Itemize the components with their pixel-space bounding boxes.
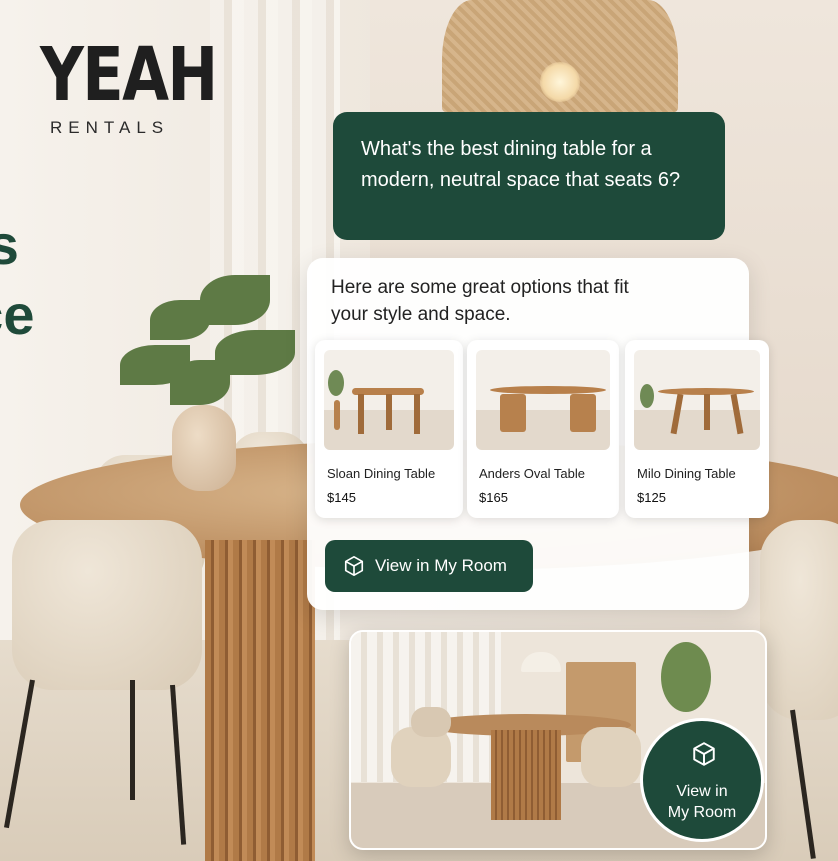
product-name: Sloan Dining Table (327, 466, 436, 481)
view-in-my-room-button[interactable]: View in My Room (325, 540, 533, 592)
product-name: Anders Oval Table (479, 466, 585, 481)
headline-line-1: tes (0, 213, 19, 276)
plant-leaf (170, 360, 230, 405)
user-message-bubble: What's the best dining table for a moder… (333, 112, 725, 240)
product-image (324, 350, 454, 450)
brand-tagline: RENTALS (50, 118, 170, 137)
headline-line-3: e (0, 350, 35, 420)
vase (172, 405, 236, 491)
assistant-message: Here are some great options that fit you… (331, 277, 629, 325)
product-card-milo[interactable]: Milo Dining Table $125 (625, 340, 769, 518)
product-price: $145 (327, 490, 356, 505)
brand-logo: YEAH (40, 32, 218, 118)
chair-front-left (12, 520, 202, 690)
product-price: $165 (479, 490, 508, 505)
plant-leaf (200, 275, 270, 325)
headline-line-2: nce (0, 283, 35, 346)
cube-icon (693, 742, 715, 766)
headline: tes nce e (0, 210, 35, 420)
lamp-bulb (540, 62, 580, 102)
assistant-response-card: Here are some great options that fit you… (307, 258, 769, 610)
chair-right (760, 520, 838, 720)
product-card-anders[interactable]: Anders Oval Table $165 (467, 340, 619, 518)
chair-leg (130, 680, 135, 800)
product-card-sloan[interactable]: Sloan Dining Table $145 (315, 340, 463, 518)
badge-label-line-2: My Room (667, 804, 737, 821)
product-price: $125 (637, 490, 666, 505)
cube-icon (344, 556, 364, 576)
badge-label-line-1: View in (676, 783, 728, 800)
product-image (634, 350, 760, 450)
view-in-my-room-badge[interactable]: View in My Room (640, 718, 764, 842)
product-image (476, 350, 610, 450)
table-pedestal (205, 540, 315, 861)
badge-label: View in My Room (643, 781, 761, 823)
view-in-my-room-label: View in My Room (375, 556, 507, 575)
ad-canvas: YEAH RENTALS tes nce e What's the best d… (0, 0, 838, 861)
product-name: Milo Dining Table (637, 466, 736, 481)
